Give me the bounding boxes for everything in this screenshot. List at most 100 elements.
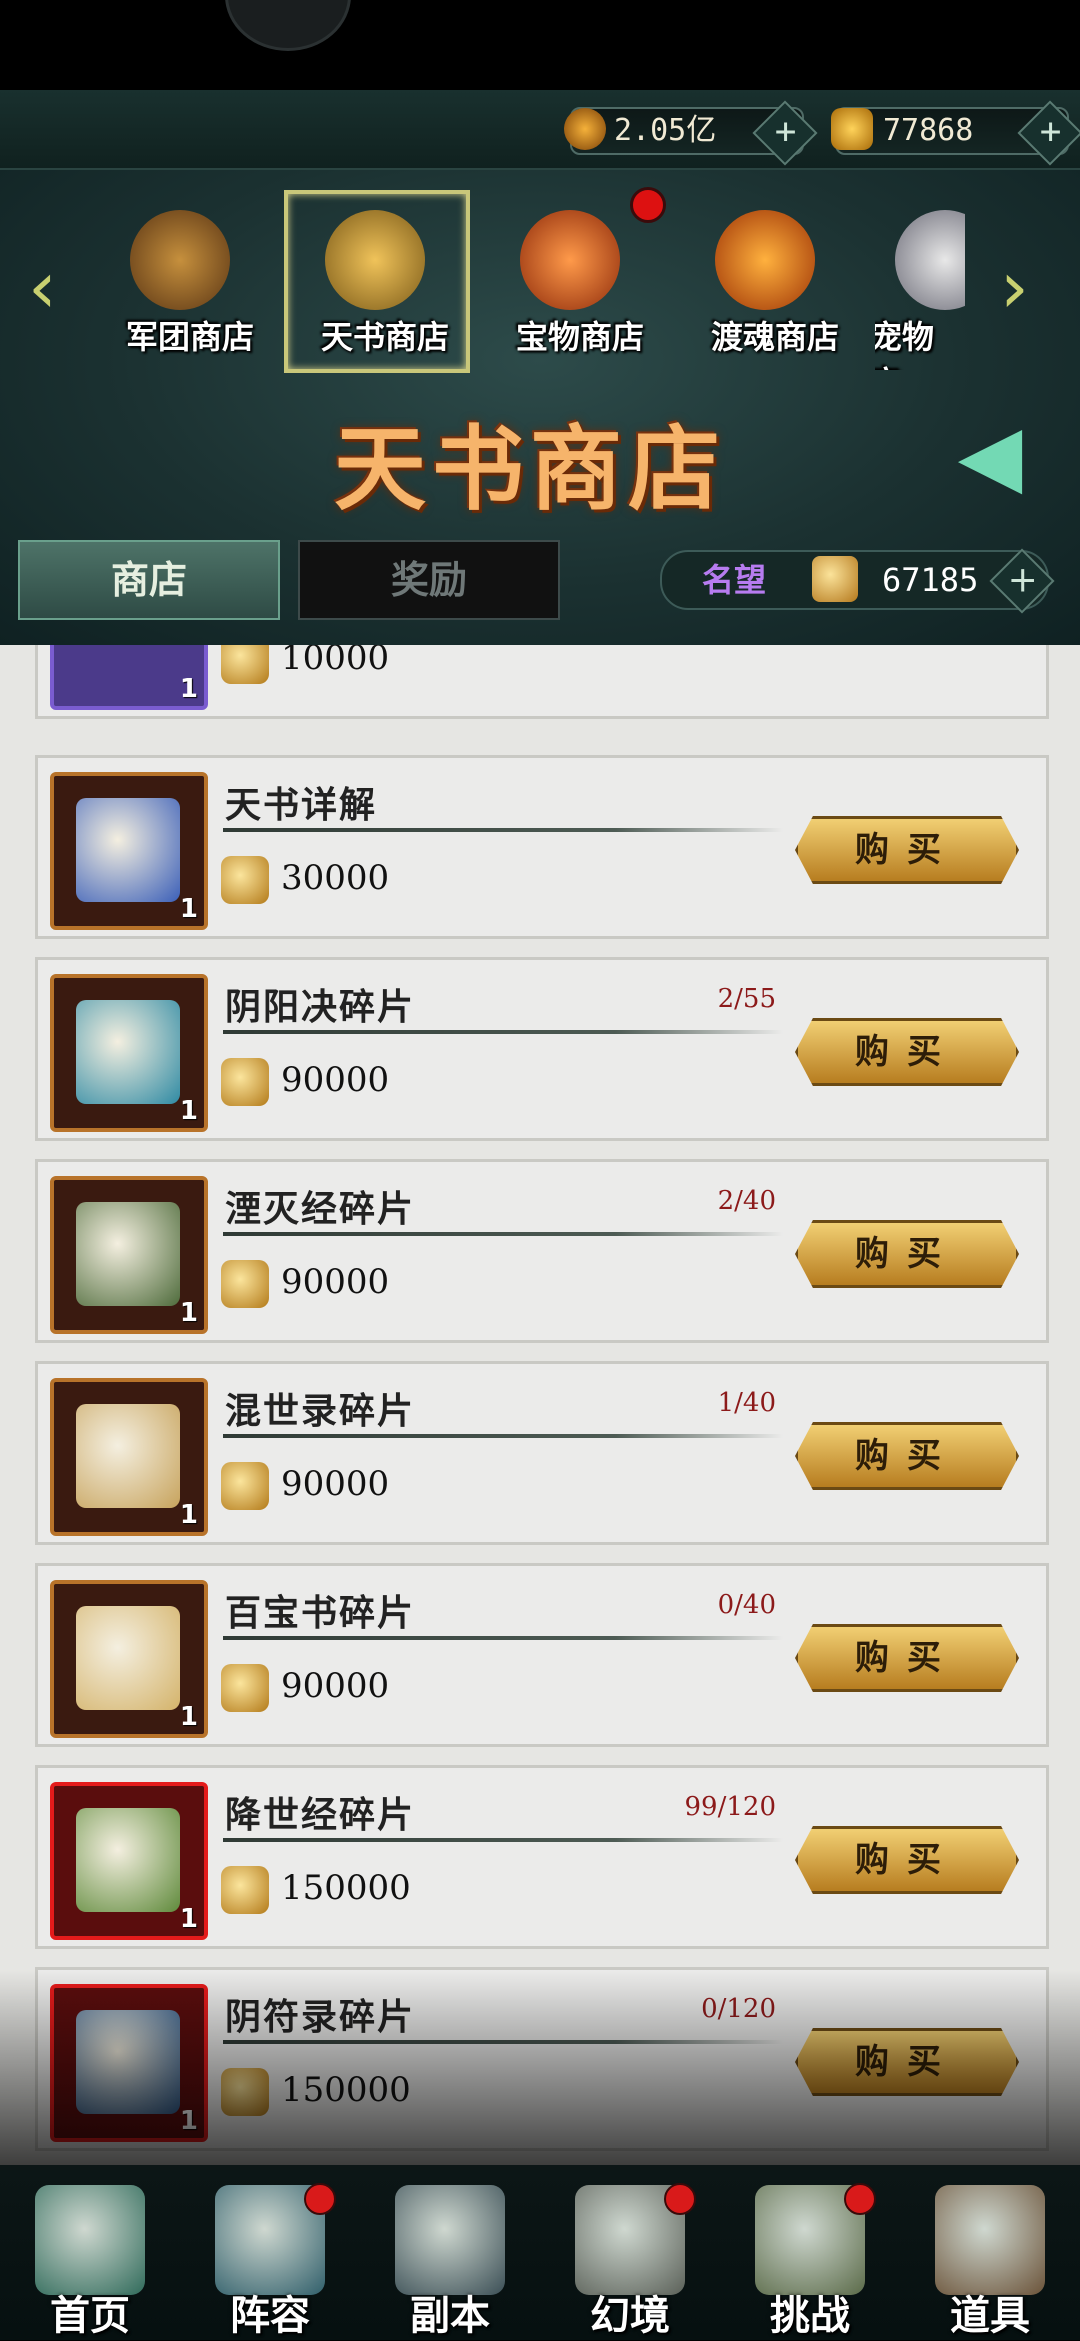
list-item: 1 10000 (35, 645, 1049, 719)
item-thumb[interactable]: 1 (50, 772, 208, 930)
buy-button[interactable]: 购买 (795, 1624, 1019, 1692)
item-owned-count: 0/40 (717, 1590, 776, 1620)
tianshu-token-icon (221, 1058, 269, 1106)
item-art (76, 1606, 180, 1710)
item-price: 90000 (281, 1464, 390, 1504)
item-quantity: 1 (179, 1096, 198, 1126)
nav-item-illusion[interactable]: 幻境 (540, 2165, 720, 2340)
nav-item-challenge[interactable]: 挑战 (720, 2165, 900, 2340)
item-name: 降世经碎片 (225, 1794, 416, 1836)
chevron-right-icon[interactable]: › (1000, 245, 1029, 329)
tab-label: 宠物商 (875, 318, 935, 370)
treasure-shop-icon (520, 210, 620, 310)
shop-title: 天书商店 (333, 415, 726, 523)
buy-button[interactable]: 购买 (795, 816, 1019, 884)
item-name: 湮灭经碎片 (225, 1188, 416, 1230)
item-quantity: 1 (179, 1702, 198, 1732)
item-art (76, 1404, 180, 1508)
nav-label: 道具 (950, 2293, 1030, 2339)
status-area (0, 0, 1080, 90)
tab-label: 天书商店 (320, 318, 449, 356)
item-price: 10000 (281, 645, 390, 678)
item-owned-count: 2/40 (717, 1186, 776, 1216)
reputation-display: 名望 67185 + (660, 548, 1055, 614)
ingot-value: 77868 (883, 113, 974, 148)
tab-legion-shop[interactable]: 军团商店 (95, 200, 265, 370)
legion-shop-icon (130, 210, 230, 310)
item-price: 90000 (281, 1666, 390, 1706)
item-quantity: 1 (179, 894, 198, 924)
tab-pet-shop[interactable]: 宠物商 (875, 200, 965, 370)
tianshu-token-icon (221, 856, 269, 904)
segment-reward[interactable]: 奖励 (298, 540, 560, 620)
nav-item-lineup[interactable]: 阵容 (180, 2165, 360, 2340)
list-item: 1 阴阳决碎片 2/55 90000 购买 (35, 957, 1049, 1141)
ingot-pill: 77868 + (831, 100, 1080, 166)
shop-item-list[interactable]: 1 10000 1 天书详解 30000 购买 1 阴阳决碎片 2/55 900… (0, 645, 1080, 2165)
tab-label: 军团商店 (125, 318, 254, 356)
tianshu-token-icon (221, 1664, 269, 1712)
reputation-value: 67185 (882, 561, 979, 599)
return-icon[interactable]: ◀ (935, 405, 1045, 505)
pet-shop-icon (895, 210, 965, 310)
bottom-navigation: 首页 阵容 副本 幻境 挑战 道具 (0, 2165, 1080, 2340)
notification-badge (844, 2183, 876, 2215)
buy-button[interactable]: 购买 (795, 1018, 1019, 1086)
notification-badge (630, 187, 666, 223)
soul-shop-icon (715, 210, 815, 310)
segment-shop[interactable]: 商店 (18, 540, 280, 620)
item-art (76, 798, 180, 902)
list-item: 1 湮灭经碎片 2/40 90000 购买 (35, 1159, 1049, 1343)
tianshu-token-icon (221, 1866, 269, 1914)
reputation-label: 名望 (702, 561, 767, 599)
nav-label: 挑战 (770, 2293, 850, 2339)
item-name: 阴阳决碎片 (225, 986, 416, 1028)
add-ingot-button[interactable]: + (1017, 100, 1080, 166)
item-thumb[interactable]: 1 (50, 1580, 208, 1738)
item-thumb[interactable]: 1 (50, 1176, 208, 1334)
nav-item-home[interactable]: 首页 (0, 2165, 180, 2340)
items-icon (935, 2185, 1045, 2295)
item-owned-count: 1/40 (717, 1388, 776, 1418)
tab-label: 渡魂商店 (710, 318, 839, 356)
nav-item-items[interactable]: 道具 (900, 2165, 1080, 2340)
item-thumb[interactable]: 1 (50, 1378, 208, 1536)
nav-label: 阵容 (230, 2293, 310, 2339)
item-name: 阴符录碎片 (225, 1996, 416, 2038)
tab-label: 宝物商店 (515, 318, 644, 356)
list-item: 1 天书详解 30000 购买 (35, 755, 1049, 939)
item-thumb[interactable]: 1 (50, 1782, 208, 1940)
item-quantity: 1 (179, 1500, 198, 1530)
item-art (76, 1000, 180, 1104)
item-price: 90000 (281, 1060, 390, 1100)
item-art (76, 1808, 180, 1912)
add-coin-button[interactable]: + (752, 100, 818, 166)
notification-badge (304, 2183, 336, 2215)
tab-tianshu-shop[interactable]: 天书商店 (290, 200, 460, 370)
buy-button[interactable]: 购买 (795, 1422, 1019, 1490)
item-quantity: 1 (179, 2106, 198, 2136)
coin-icon (564, 108, 606, 150)
notification-badge (664, 2183, 696, 2215)
buy-button[interactable]: 购买 (795, 1220, 1019, 1288)
chevron-left-icon[interactable]: ‹ (28, 245, 57, 329)
buy-button[interactable]: 购买 (795, 2028, 1019, 2096)
buy-button[interactable]: 购买 (795, 1826, 1019, 1894)
item-thumb[interactable]: 1 (50, 1984, 208, 2142)
tab-soul-shop[interactable]: 渡魂商店 (680, 200, 850, 370)
item-thumb[interactable]: 1 (50, 974, 208, 1132)
tianshu-shop-icon (325, 210, 425, 310)
nav-label: 首页 (50, 2293, 130, 2339)
item-price: 90000 (281, 1262, 390, 1302)
divider (223, 1636, 783, 1640)
item-quantity: 1 (179, 1904, 198, 1934)
item-thumb[interactable]: 1 (50, 645, 208, 710)
item-owned-count: 0/120 (701, 1994, 776, 2024)
tab-treasure-shop[interactable]: 宝物商店 (485, 200, 655, 370)
coin-pill: 2.05亿 + (564, 100, 818, 166)
nav-item-dungeon[interactable]: 副本 (360, 2165, 540, 2340)
item-price: 30000 (281, 858, 390, 898)
item-quantity: 1 (179, 1298, 198, 1328)
tianshu-token-icon (812, 556, 858, 602)
divider (223, 1434, 783, 1438)
